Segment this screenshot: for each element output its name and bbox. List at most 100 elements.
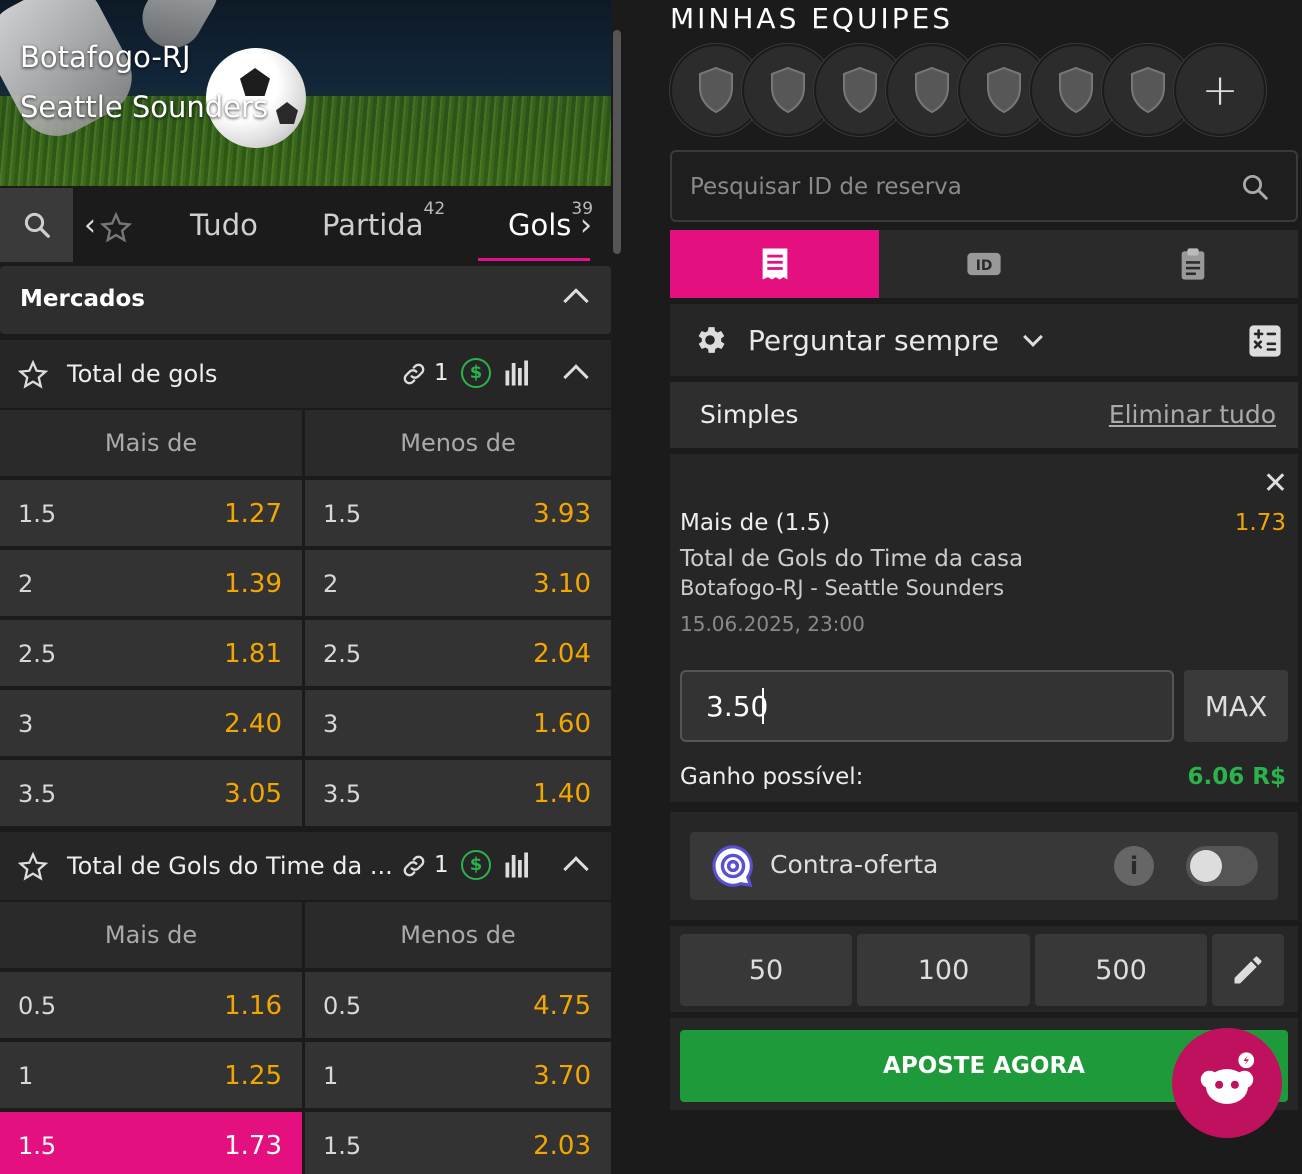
stake-input[interactable]: 3.50 bbox=[680, 670, 1174, 742]
link-icon[interactable] bbox=[400, 852, 428, 880]
calculator-icon[interactable] bbox=[1248, 324, 1282, 358]
edit-stakes-button[interactable] bbox=[1212, 934, 1284, 1006]
odd-value: 1.39 bbox=[224, 569, 282, 599]
odd-button[interactable]: 0.5 1.16 bbox=[0, 972, 302, 1038]
counter-offer-icon bbox=[712, 845, 753, 888]
odd-value: 1.73 bbox=[224, 1131, 282, 1161]
odd-button[interactable]: 2.5 1.81 bbox=[0, 620, 302, 686]
market-header-total-gols[interactable]: Total de gols 1 $ bbox=[0, 340, 611, 408]
odd-value: 3.10 bbox=[533, 569, 591, 599]
my-teams-title: MINHAS EQUIPES bbox=[670, 2, 954, 35]
selection-odd: 1.73 bbox=[1234, 510, 1286, 536]
close-icon[interactable]: ✕ bbox=[1263, 466, 1288, 501]
favorites-tab-star-icon[interactable] bbox=[100, 212, 132, 244]
line-value: 2 bbox=[18, 570, 34, 598]
odd-value: 1.16 bbox=[224, 991, 282, 1021]
column-header-under: Menos de bbox=[305, 902, 611, 968]
max-button[interactable]: MAX bbox=[1184, 670, 1288, 742]
chevron-up-icon[interactable] bbox=[563, 364, 589, 390]
odd-button[interactable]: 0.5 4.75 bbox=[305, 972, 611, 1038]
info-icon[interactable]: i bbox=[1114, 846, 1154, 886]
column-header-under: Menos de bbox=[305, 410, 611, 476]
odd-value: 3.93 bbox=[533, 499, 591, 529]
quick-stake-500[interactable]: 500 bbox=[1035, 934, 1207, 1006]
tab-booking-id[interactable]: ID bbox=[879, 230, 1088, 298]
selection-event: Botafogo-RJ - Seattle Sounders bbox=[680, 576, 1005, 600]
betslip-tabs: ID bbox=[670, 230, 1298, 298]
add-team-button[interactable]: + bbox=[1174, 44, 1266, 136]
line-value: 3 bbox=[18, 710, 34, 738]
shield-icon bbox=[699, 66, 733, 114]
search-button[interactable] bbox=[0, 188, 73, 262]
odd-button[interactable]: 3.5 3.05 bbox=[0, 760, 302, 826]
assistant-bot-button[interactable] bbox=[1172, 1028, 1282, 1138]
scrollbar[interactable] bbox=[613, 30, 621, 254]
possible-gain-label: Ganho possível: bbox=[680, 764, 864, 790]
odd-button[interactable]: 2.5 2.04 bbox=[305, 620, 611, 686]
quick-stake-100[interactable]: 100 bbox=[857, 934, 1030, 1006]
link-icon[interactable] bbox=[400, 360, 428, 388]
setting-label: Perguntar sempre bbox=[748, 324, 999, 357]
tab-betslip[interactable] bbox=[670, 230, 879, 298]
line-value: 2.5 bbox=[323, 640, 362, 668]
chevron-left-icon[interactable]: ‹ bbox=[84, 208, 96, 243]
odd-button[interactable]: 1 3.70 bbox=[305, 1042, 611, 1108]
chevron-down-icon[interactable] bbox=[1023, 327, 1043, 347]
favorite-star-icon[interactable] bbox=[18, 852, 48, 882]
tab-partida[interactable]: Partida42 bbox=[322, 199, 445, 242]
market-tabs: ‹ Tudo Partida42 Gols39 › bbox=[0, 188, 611, 262]
clipboard-icon bbox=[1181, 248, 1204, 280]
possible-gain-value: 6.06 R$ bbox=[1187, 764, 1286, 790]
quick-stake-50[interactable]: 50 bbox=[680, 934, 852, 1006]
bot-mascot-icon bbox=[1200, 1052, 1255, 1104]
markets-title: Mercados bbox=[20, 286, 145, 312]
tab-my-bets[interactable] bbox=[1088, 230, 1297, 298]
line-value: 1 bbox=[18, 1062, 34, 1090]
odds-change-setting[interactable]: Perguntar sempre bbox=[670, 304, 1298, 376]
gear-icon bbox=[698, 327, 725, 353]
chevron-up-icon[interactable] bbox=[563, 856, 589, 882]
odd-button[interactable]: 1.5 2.03 bbox=[305, 1112, 611, 1174]
shield-icon bbox=[915, 66, 949, 114]
odd-button[interactable]: 2 1.39 bbox=[0, 550, 302, 616]
clear-all-link[interactable]: Eliminar tudo bbox=[1109, 400, 1276, 429]
odd-value: 2.04 bbox=[533, 639, 591, 669]
stats-icon[interactable] bbox=[503, 850, 533, 880]
tab-count: 42 bbox=[423, 199, 446, 220]
search-icon[interactable] bbox=[1240, 172, 1270, 202]
tab-tudo[interactable]: Tudo bbox=[190, 208, 258, 242]
line-value: 1 bbox=[323, 1062, 339, 1090]
counter-offer-label: Contra-oferta bbox=[770, 850, 939, 879]
chevron-up-icon[interactable] bbox=[563, 288, 589, 314]
stats-icon[interactable] bbox=[503, 358, 533, 388]
toggle-knob bbox=[1190, 850, 1222, 882]
market-header-team-goals[interactable]: Total de Gols do Time da ... 1 $ bbox=[0, 832, 611, 900]
odd-button[interactable]: 1.5 3.93 bbox=[305, 480, 611, 546]
booking-search-field[interactable]: Pesquisar ID de reserva bbox=[670, 150, 1298, 222]
counter-offer-row: Contra-oferta i bbox=[690, 832, 1278, 900]
selection-name: Mais de (1.5) bbox=[680, 510, 831, 536]
odd-button[interactable]: 1 1.25 bbox=[0, 1042, 302, 1108]
away-team: Seattle Sounders bbox=[20, 90, 269, 124]
chevron-right-icon[interactable]: › bbox=[580, 208, 592, 243]
stake-value: 3.50 bbox=[706, 690, 769, 723]
favorite-star-icon[interactable] bbox=[18, 360, 48, 390]
odd-button-selected[interactable]: 1.5 1.73 bbox=[0, 1112, 302, 1174]
market-name: Total de Gols do Time da ... bbox=[67, 852, 393, 880]
bet-type-label: Simples bbox=[700, 400, 799, 429]
line-value: 1.5 bbox=[323, 1132, 362, 1160]
odd-button[interactable]: 1.5 1.27 bbox=[0, 480, 302, 546]
counter-offer-toggle[interactable] bbox=[1186, 846, 1258, 886]
odd-value: 1.40 bbox=[533, 779, 591, 809]
odd-button[interactable]: 3 1.60 bbox=[305, 690, 611, 756]
receipt-icon bbox=[762, 248, 787, 280]
odd-button[interactable]: 3.5 1.40 bbox=[305, 760, 611, 826]
line-value: 2 bbox=[323, 570, 339, 598]
odd-value: 3.70 bbox=[533, 1061, 591, 1091]
markets-header[interactable]: Mercados bbox=[0, 266, 611, 334]
odd-button[interactable]: 3 2.40 bbox=[0, 690, 302, 756]
cashout-icon: $ bbox=[461, 358, 491, 388]
line-value: 1.5 bbox=[18, 500, 57, 528]
selection-market: Total de Gols do Time da casa bbox=[680, 546, 1024, 572]
odd-button[interactable]: 2 3.10 bbox=[305, 550, 611, 616]
